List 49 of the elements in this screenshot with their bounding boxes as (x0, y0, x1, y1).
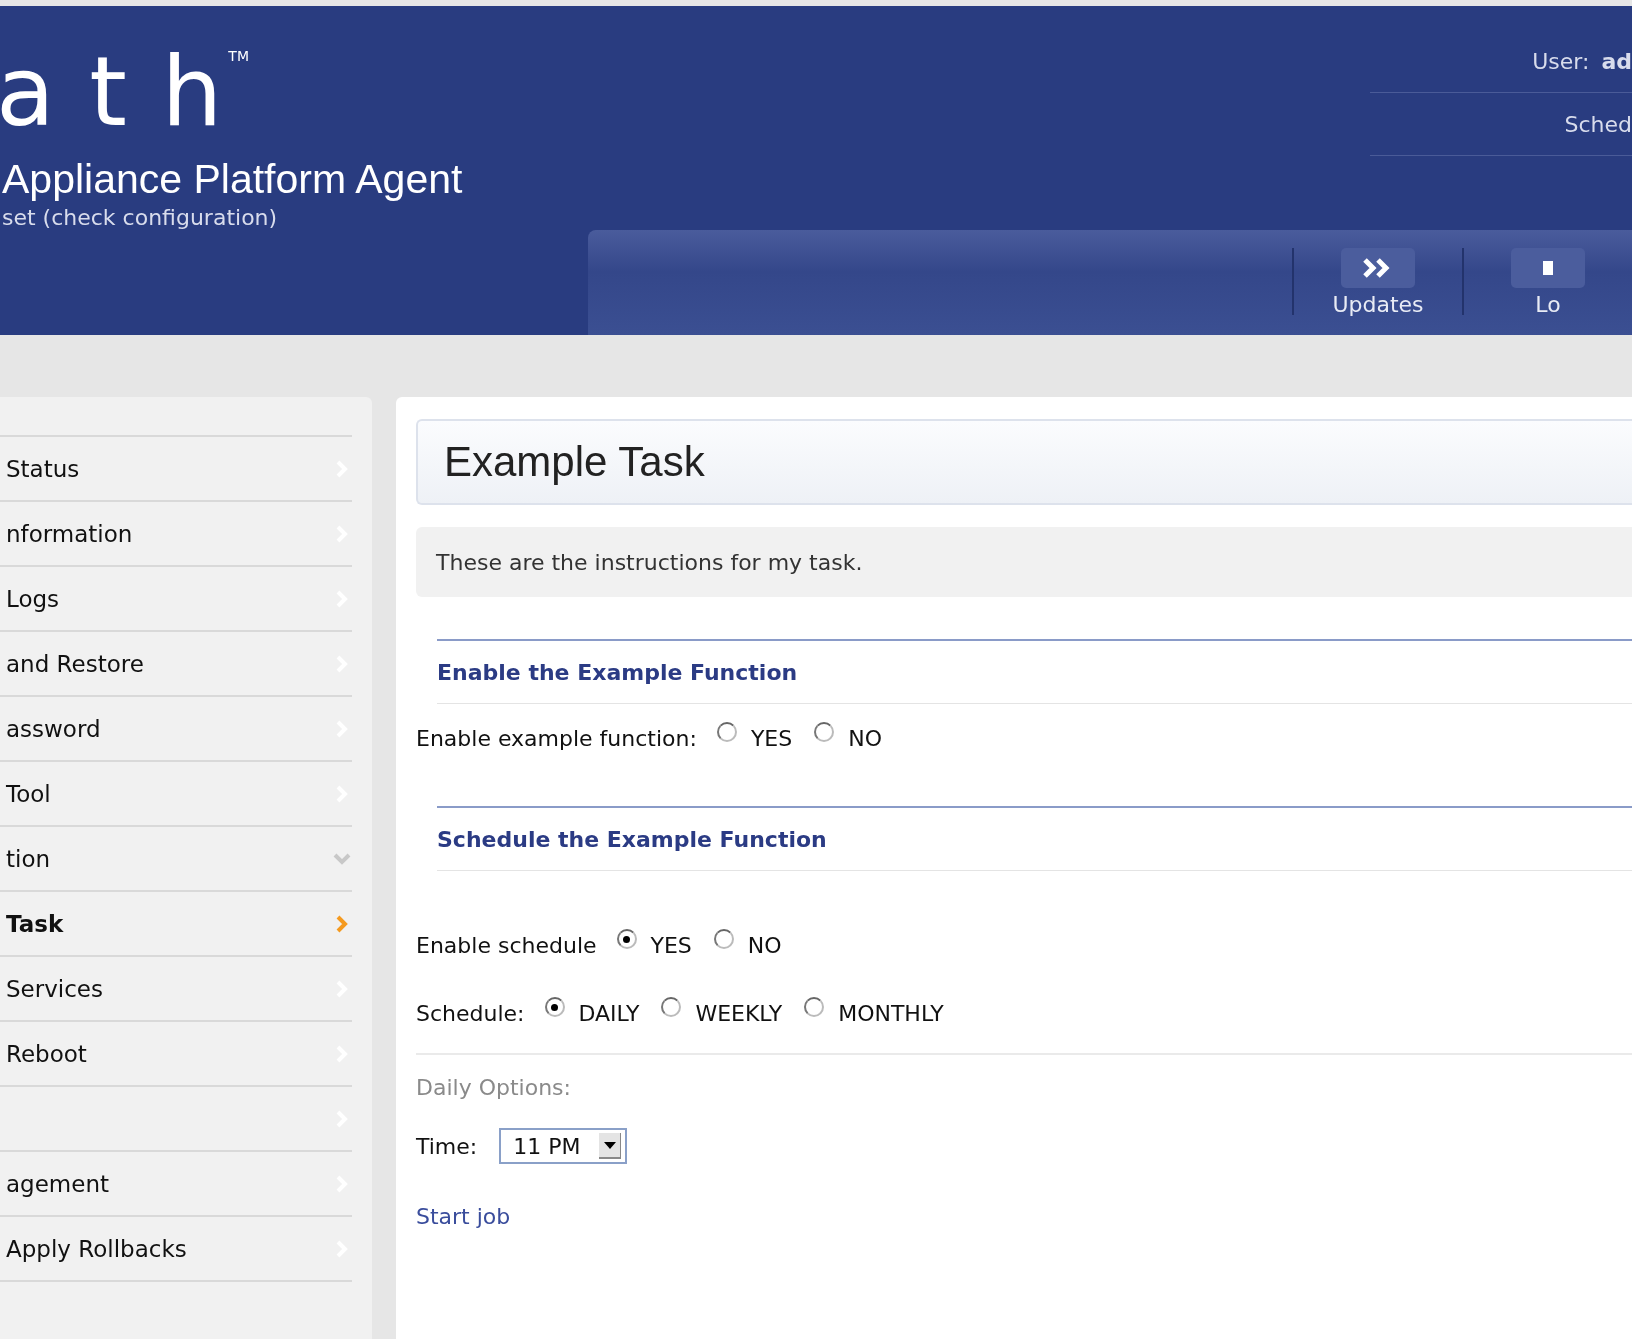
radio-button[interactable] (713, 929, 734, 949)
nav-button[interactable]: Lo (1464, 230, 1632, 335)
sidebar-item[interactable]: tion (0, 825, 352, 890)
sidebar-item[interactable]: agement (0, 1150, 352, 1215)
schedule-label: Sched (1564, 111, 1632, 137)
trademark: TM (228, 48, 249, 64)
sidebar-item[interactable]: assword (0, 695, 352, 760)
square-icon (1511, 248, 1585, 288)
double-chevron-icon (1341, 248, 1415, 288)
radio-label: DAILY (578, 1000, 640, 1026)
product-name: Appliance Platform Agent (2, 156, 464, 203)
sidebar-item[interactable]: Status (0, 435, 352, 500)
radio-label: YES (650, 932, 692, 958)
sidebar-item[interactable]: Apply Rollbacks (0, 1215, 352, 1282)
field-label: Enable example function: (416, 725, 697, 751)
radio-button[interactable] (814, 722, 835, 742)
radio-button[interactable] (544, 997, 565, 1017)
section-heading: Schedule the Example Function (437, 826, 827, 852)
field-label: Time: (416, 1133, 478, 1159)
sidebar-item[interactable]: nformation (0, 500, 352, 565)
radio-label: WEEKLY (695, 1000, 783, 1026)
radio-label: MONTHLY (838, 1000, 944, 1026)
dropdown-arrow-icon (599, 1133, 622, 1159)
radio-button[interactable] (616, 929, 637, 949)
logo-text: a t h (0, 44, 225, 140)
options-heading: Daily Options: (416, 1075, 572, 1100)
sidebar-item[interactable]: Task (0, 890, 352, 955)
time-select[interactable]: 11 PM (499, 1128, 628, 1164)
field-label: Schedule: (416, 1000, 525, 1026)
sidebar-item[interactable]: Tool (0, 760, 352, 825)
nav-button[interactable]: Updates (1294, 230, 1462, 335)
radio-label: YES (750, 725, 793, 751)
sidebar-item[interactable]: Logs (0, 565, 352, 630)
user-label: User: (1532, 48, 1590, 74)
config-notice: set (check configuration) (2, 205, 279, 230)
radio-label: NO (848, 725, 882, 751)
radio-label: NO (747, 932, 782, 958)
sidebar-item[interactable]: Reboot (0, 1020, 352, 1085)
sidebar-item[interactable]: Services (0, 955, 352, 1020)
page-title: Example Task (444, 438, 705, 486)
radio-button[interactable] (716, 722, 737, 742)
field-label: Enable schedule (416, 932, 597, 958)
section-heading: Enable the Example Function (437, 659, 798, 685)
user-name: ad (1601, 48, 1632, 74)
sidebar-item[interactable]: and Restore (0, 630, 352, 695)
instructions-text: These are the instructions for my task. (436, 549, 863, 575)
start-job-link[interactable]: Start job (416, 1204, 511, 1229)
radio-button[interactable] (804, 997, 825, 1017)
radio-button[interactable] (661, 997, 682, 1017)
